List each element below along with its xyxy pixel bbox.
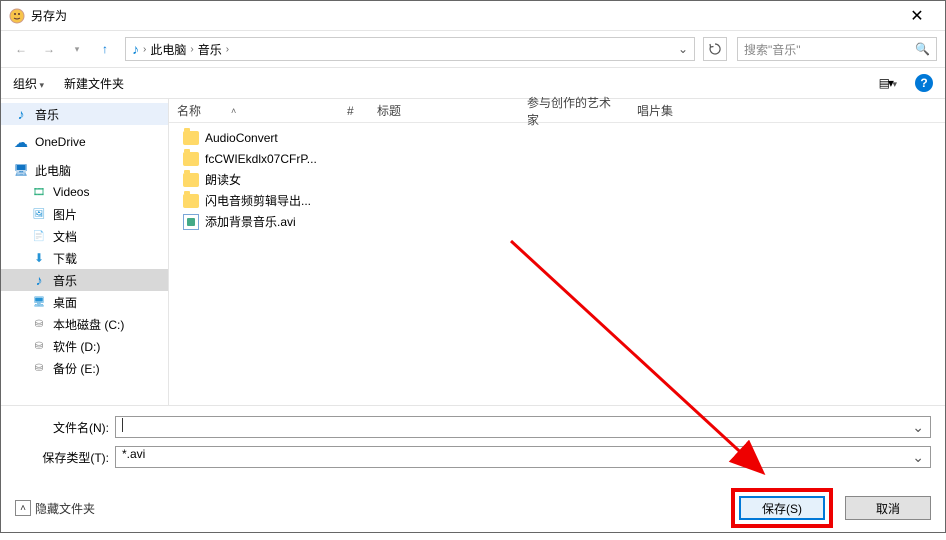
view-options-button[interactable]: ▤▾ [879,76,895,90]
sidebar-label: OneDrive [35,135,86,149]
sidebar-label: 音乐 [53,272,77,289]
pc-icon: 🖥 [13,162,29,178]
new-folder-button[interactable]: 新建文件夹 [64,75,124,92]
close-button[interactable]: ✕ [897,6,937,26]
disk-icon: ⛁ [31,338,47,354]
sidebar-item-this-pc[interactable]: 🖥 此电脑 [1,159,168,181]
file-row[interactable]: 闪电音频剪辑导出... [169,190,945,211]
sidebar-item-downloads[interactable]: ⬇ 下载 [1,247,168,269]
download-icon: ⬇ [31,250,47,266]
col-num[interactable]: # [339,104,369,118]
file-row[interactable]: fcCWIEkdlx07CFrP... [169,148,945,169]
music-icon: ♪ [13,106,29,122]
up-button[interactable]: ↑ [93,37,117,61]
sidebar-item-music[interactable]: ♪ 音乐 [1,269,168,291]
chevron-up-icon: ˄ [15,500,31,516]
recent-dropdown[interactable]: ▾ [65,37,89,61]
sidebar-item-pictures[interactable]: 🖼 图片 [1,203,168,225]
breadcrumb[interactable]: ♪ › 此电脑 › 音乐 › ⌄ [125,37,695,61]
chevron-right-icon: › [226,44,229,55]
filename-label: 文件名(N): [15,419,115,436]
back-button[interactable]: ← [9,37,33,61]
sidebar-label: 此电脑 [35,162,71,179]
sidebar-label: Videos [53,185,89,199]
music-icon: ♪ [31,272,47,288]
breadcrumb-dropdown-icon[interactable]: ⌄ [678,42,688,56]
sidebar-item-desktop[interactable]: 🖥 桌面 [1,291,168,313]
forward-button[interactable]: → [37,37,61,61]
sidebar-label: 图片 [53,206,77,223]
chevron-right-icon: › [190,44,193,55]
folder-icon [183,152,199,166]
column-headers: 名称 ˄ # 标题 参与创作的艺术家 唱片集 [169,99,945,123]
col-title[interactable]: 标题 [369,102,519,119]
pictures-icon: 🖼 [31,206,47,222]
file-list: 名称 ˄ # 标题 参与创作的艺术家 唱片集 AudioConvert fcCW… [169,99,945,405]
cancel-button[interactable]: 取消 [845,496,931,520]
sidebar-label: 备份 (E:) [53,360,100,377]
sidebar-label: 文档 [53,228,77,245]
col-album[interactable]: 唱片集 [629,102,945,119]
disk-icon: ⛁ [31,360,47,376]
sidebar-label: 桌面 [53,294,77,311]
sidebar-item-disk-d[interactable]: ⛁ 软件 (D:) [1,335,168,357]
search-placeholder: 搜索"音乐" [744,41,801,58]
sidebar-item-videos[interactable]: 🎞 Videos [1,181,168,203]
cloud-icon: ☁ [13,134,29,150]
folder-icon [183,194,199,208]
help-icon[interactable]: ? [915,74,933,92]
video-icon: 🎞 [31,184,47,200]
folder-icon [183,173,199,187]
sidebar-item-documents[interactable]: 📄 文档 [1,225,168,247]
sidebar-label: 本地磁盘 (C:) [53,316,124,333]
desktop-icon: 🖥 [31,294,47,310]
folder-icon [183,131,199,145]
filetype-select[interactable]: *.avi [115,446,931,468]
save-button[interactable]: 保存(S) [739,496,825,520]
crumb-music[interactable]: 音乐 [198,41,222,58]
sidebar-item-music-lib[interactable]: ♪ 音乐 [1,103,168,125]
file-row[interactable]: 添加背景音乐.avi [169,211,945,232]
disk-icon: ⛁ [31,316,47,332]
file-row[interactable]: AudioConvert [169,127,945,148]
footer: ˄ 隐藏文件夹 保存(S) 取消 [1,480,945,540]
save-fields: 文件名(N): 保存类型(T): *.avi [1,405,945,480]
search-input[interactable]: 搜索"音乐" 🔍 [737,37,937,61]
music-icon: ♪ [132,41,139,57]
annotation-highlight: 保存(S) [731,488,833,528]
refresh-button[interactable] [703,37,727,61]
sidebar: ♪ 音乐 ☁ OneDrive 🖥 此电脑 🎞 Videos 🖼 图片 📄 文档… [1,99,169,405]
filetype-label: 保存类型(T): [15,449,115,466]
hide-folders-toggle[interactable]: ˄ 隐藏文件夹 [15,500,95,517]
col-name[interactable]: 名称 ˄ [169,102,339,119]
sidebar-label: 软件 (D:) [53,338,100,355]
main-area: ♪ 音乐 ☁ OneDrive 🖥 此电脑 🎞 Videos 🖼 图片 📄 文档… [1,99,945,405]
sidebar-item-disk-c[interactable]: ⛁ 本地磁盘 (C:) [1,313,168,335]
file-row[interactable]: 朗读女 [169,169,945,190]
app-icon [9,8,25,24]
search-icon: 🔍 [915,42,930,56]
titlebar: 另存为 ✕ [1,1,945,31]
sidebar-label: 下载 [53,250,77,267]
toolbar: 组织 新建文件夹 ▤▾ ? [1,67,945,99]
sort-asc-icon: ˄ [231,106,236,116]
crumb-this-pc[interactable]: 此电脑 [150,41,186,58]
sidebar-item-onedrive[interactable]: ☁ OneDrive [1,131,168,153]
documents-icon: 📄 [31,228,47,244]
video-file-icon [183,214,199,230]
window-title: 另存为 [31,7,897,24]
filename-input[interactable] [115,416,931,438]
navbar: ← → ▾ ↑ ♪ › 此电脑 › 音乐 › ⌄ 搜索"音乐" 🔍 [1,31,945,67]
sidebar-item-disk-e[interactable]: ⛁ 备份 (E:) [1,357,168,379]
sidebar-label: 音乐 [35,106,59,123]
organize-menu[interactable]: 组织 [13,75,44,92]
file-rows: AudioConvert fcCWIEkdlx07CFrP... 朗读女 闪电音… [169,123,945,232]
chevron-right-icon: › [143,44,146,55]
